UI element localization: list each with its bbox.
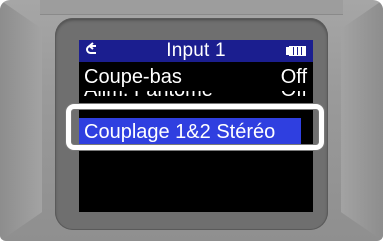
menu-item-value: Off: [280, 66, 307, 88]
callout-frame: [66, 104, 324, 150]
screen-header: Input 1: [79, 40, 313, 62]
menu-item-low-cut[interactable]: Coupe-bas Off: [79, 64, 313, 91]
battery-full-icon: [286, 46, 306, 56]
device-top-edge: [40, 0, 343, 15]
screen-title: Input 1: [166, 40, 226, 61]
menu-item-phantom-power[interactable]: Alim. Fantôme Off: [79, 91, 313, 105]
device-illustration: Input 1 Coupe-bas Off Alim. Fantôme Off …: [0, 0, 383, 241]
menu-item-label: Coupe-bas: [84, 66, 182, 88]
menu-item-label: Alim. Fantôme: [84, 91, 213, 104]
menu-item-value: Off: [281, 91, 307, 104]
